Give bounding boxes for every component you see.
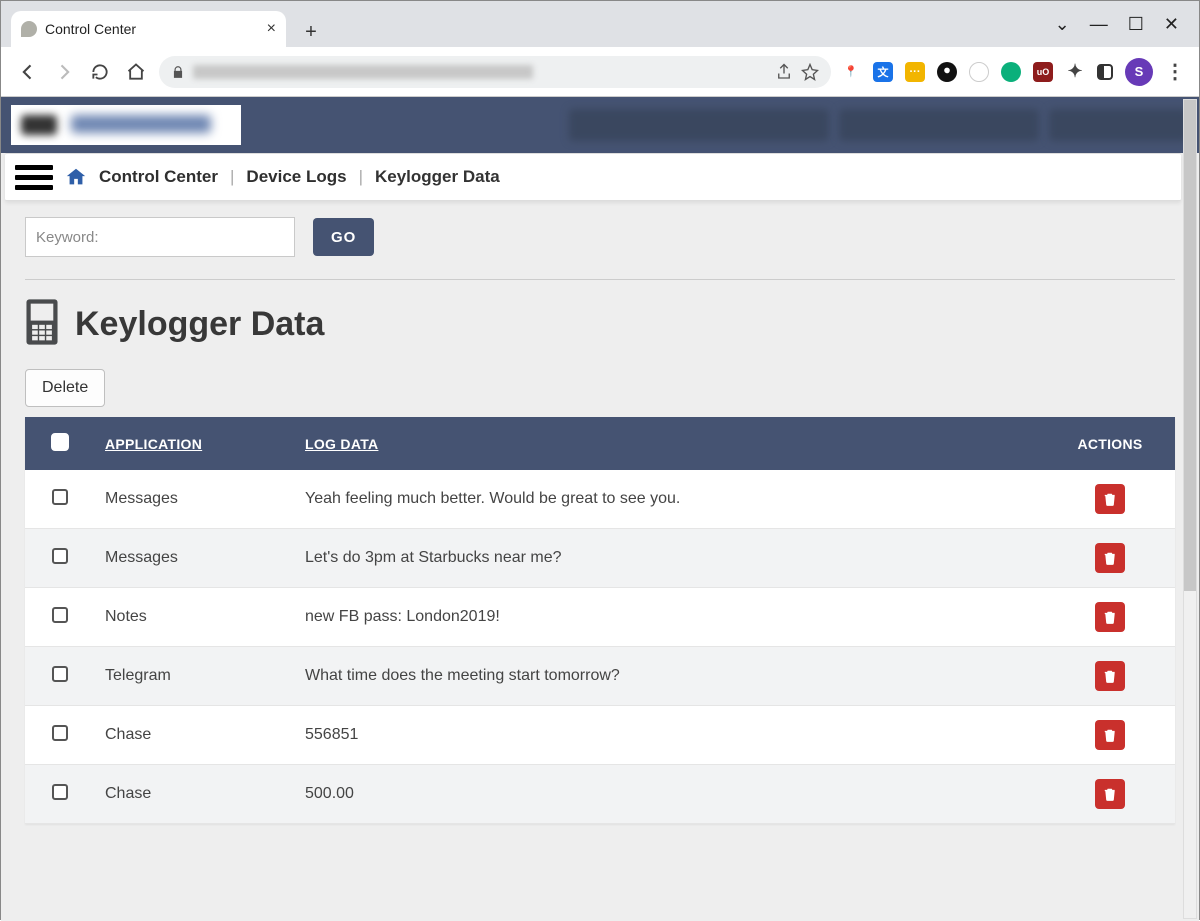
cell-log-data: Yeah feeling much better. Would be great… [295,470,1045,529]
cell-log-data: new FB pass: London2019! [295,588,1045,647]
extension-pin-icon[interactable]: 📍 [841,62,861,82]
delete-row-button[interactable] [1095,661,1125,691]
table-row: MessagesYeah feeling much better. Would … [25,470,1175,529]
table-header-log-data[interactable]: LOG DATA [295,417,1045,470]
table-header-application[interactable]: APPLICATION [95,417,295,470]
browser-titlebar: Control Center × + ⌄ — ☐ ✕ [1,1,1199,47]
breadcrumb-mid[interactable]: Device Logs [246,167,346,187]
new-tab-button[interactable]: + [296,17,326,47]
delete-button[interactable]: Delete [25,369,105,407]
table-row: Chase556851 [25,706,1175,765]
tab-close-icon[interactable]: × [267,20,276,38]
table-header-actions: ACTIONS [1045,417,1175,470]
table-row: Notesnew FB pass: London2019! [25,588,1175,647]
page-viewport: Control Center | Device Logs | Keylogger… [1,97,1199,921]
breadcrumb-separator: | [359,167,363,187]
profile-avatar[interactable]: S [1125,58,1153,86]
window-close-icon[interactable]: ✕ [1164,14,1179,35]
cell-log-data: What time does the meeting start tomorro… [295,647,1045,706]
row-checkbox[interactable] [52,725,68,741]
extension-shield-icon[interactable]: uO [1033,62,1053,82]
cell-application: Chase [95,706,295,765]
browser-menu-icon[interactable]: ⋮ [1165,62,1185,82]
go-button[interactable]: GO [313,218,374,256]
topbar-item-blurred[interactable] [1049,109,1189,141]
delete-row-button[interactable] [1095,779,1125,809]
keylogger-table: APPLICATION LOG DATA ACTIONS MessagesYea… [25,417,1175,824]
search-row: GO [25,217,1175,257]
extension-yellow-icon[interactable]: ··· [905,62,925,82]
delete-row-button[interactable] [1095,543,1125,573]
divider [25,279,1175,280]
table-header-checkbox [25,417,95,470]
cell-log-data: 500.00 [295,765,1045,824]
browser-toolbar: 📍 文 ··· ⏺ uO ✦ S ⋮ [1,47,1199,97]
delete-row-button[interactable] [1095,720,1125,750]
home-icon[interactable] [65,166,87,188]
keyword-input[interactable] [25,217,295,257]
extension-green-icon[interactable] [1001,62,1021,82]
page-title: Keylogger Data [75,305,324,344]
row-checkbox[interactable] [52,489,68,505]
breadcrumb-bar: Control Center | Device Logs | Keylogger… [5,153,1181,201]
table-row: TelegramWhat time does the meeting start… [25,647,1175,706]
scrollbar[interactable] [1183,99,1197,919]
tab-title: Control Center [45,21,259,37]
window-minimize-icon[interactable]: — [1090,14,1108,35]
scrollbar-thumb[interactable] [1184,100,1196,591]
extension-translate-icon[interactable]: 文 [873,62,893,82]
row-checkbox[interactable] [52,548,68,564]
cell-application: Chase [95,765,295,824]
topbar-item-blurred[interactable] [839,109,1039,141]
app-logo-blurred [11,105,241,145]
nav-forward-icon [51,59,77,85]
breadcrumb-current: Keylogger Data [375,167,500,187]
share-icon[interactable] [775,63,793,81]
extension-icons: 📍 文 ··· ⏺ uO ✦ S ⋮ [841,58,1185,86]
delete-row-button[interactable] [1095,484,1125,514]
lock-icon [171,65,185,79]
app-topbar [1,97,1199,153]
star-icon[interactable] [801,63,819,81]
nav-reload-icon[interactable] [87,59,113,85]
row-checkbox[interactable] [52,607,68,623]
row-checkbox[interactable] [52,784,68,800]
content-area: GO Keylogger Data Delete APPLICATION LOG… [1,201,1199,848]
breadcrumb-separator: | [230,167,234,187]
browser-tab[interactable]: Control Center × [11,11,286,47]
table-row: MessagesLet's do 3pm at Starbucks near m… [25,529,1175,588]
window-controls: ⌄ — ☐ ✕ [1055,14,1199,35]
table-row: Chase500.00 [25,765,1175,824]
topbar-item-blurred[interactable] [569,109,829,141]
window-maximize-icon[interactable]: ☐ [1128,14,1144,35]
row-checkbox[interactable] [52,666,68,682]
cell-log-data: Let's do 3pm at Starbucks near me? [295,529,1045,588]
extension-black-icon[interactable]: ⏺ [937,62,957,82]
nav-back-icon[interactable] [15,59,41,85]
hamburger-menu-icon[interactable] [15,165,53,190]
phone-icon [25,298,59,351]
url-bar[interactable] [159,56,831,88]
delete-row-button[interactable] [1095,602,1125,632]
page-title-row: Keylogger Data [25,298,1175,351]
cell-application: Messages [95,529,295,588]
chevron-down-icon[interactable]: ⌄ [1055,14,1070,35]
cell-application: Notes [95,588,295,647]
cell-application: Messages [95,470,295,529]
sidepanel-icon[interactable] [1097,64,1113,80]
cell-log-data: 556851 [295,706,1045,765]
select-all-checkbox[interactable] [51,433,69,451]
tab-favicon [21,21,37,37]
cell-application: Telegram [95,647,295,706]
extension-grey-circle-icon[interactable] [969,62,989,82]
nav-home-icon[interactable] [123,59,149,85]
breadcrumb-root[interactable]: Control Center [99,167,218,187]
url-text-blurred [193,65,533,79]
extensions-puzzle-icon[interactable]: ✦ [1065,62,1085,82]
